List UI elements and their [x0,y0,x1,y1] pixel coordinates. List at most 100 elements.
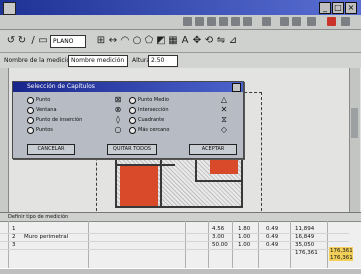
option-ventana[interactable]: Ventana [27,106,107,114]
scrollbar-thumb[interactable] [351,108,358,138]
vertical-scrollbar[interactable] [349,68,360,212]
option-punto-insercion[interactable]: Punto de inserción [27,116,107,124]
option-label: Punto [36,97,51,103]
fill-icon[interactable]: ◩ [156,36,166,46]
option-label: Más cercano [138,127,170,133]
option-interseccion[interactable]: Intersección [129,106,209,114]
measurement-bar: Nombre de la medición Nombre medición Al… [0,53,361,69]
row-value: 16,849 [295,234,315,240]
mirror-icon[interactable]: ⇋ [216,36,226,46]
radio-icon[interactable] [27,97,34,104]
redo-icon[interactable]: ↻ [17,36,27,46]
option-label: Punto Medio [138,97,169,103]
save-icon[interactable] [195,17,204,26]
height-field[interactable]: 2.50 [148,55,178,67]
line-icon[interactable]: / [28,36,38,46]
ruler-icon[interactable] [262,17,271,26]
radio-icon[interactable] [129,117,136,124]
radio-icon[interactable] [129,97,136,104]
title-bar: _ □ × [0,0,361,15]
table-title: Definir tipo de medición [8,214,69,220]
row-value: 1.80 [238,226,251,232]
row-value: 1.00 [238,242,251,248]
row-value: 4.56 [212,226,225,232]
delete-icon[interactable] [327,17,336,26]
print-icon[interactable] [183,17,192,26]
row-name: Muro perimetral [24,234,69,240]
table-row[interactable]: 1 4.56 1.80 0.49 11,894 [0,226,349,234]
paste-icon[interactable] [219,17,228,26]
triangle-symbol-icon: △ [220,95,228,104]
dialog-close-button[interactable] [232,83,241,92]
measurement-table: Definir tipo de medición 1 4.56 1.80 0.4… [0,212,361,269]
nearest-symbol-icon: ○ [114,125,122,134]
hatch-icon[interactable]: ▦ [168,36,178,46]
grid-icon[interactable] [231,17,240,26]
option-puntos[interactable]: Puntos [27,126,107,134]
circle-icon[interactable]: ○ [132,36,142,46]
radio-icon[interactable] [129,107,136,114]
menu-bar [0,15,361,30]
row-value: 0.49 [266,226,279,232]
layer-icon[interactable] [307,17,316,26]
wall [195,180,243,182]
polygon-icon[interactable]: ⬠ [144,36,154,46]
wall [115,206,243,208]
midpoint-symbol-icon: ⊠ [114,95,122,104]
table-row[interactable]: 3 50.00 1.00 0.49 35,050 [0,242,349,250]
option-cuadrante[interactable]: Cuadrante [129,116,209,124]
rectangle-icon[interactable]: ▭ [38,36,48,46]
radio-icon[interactable] [27,107,34,114]
move-icon[interactable]: ✥ [192,36,202,46]
subtotal-value: 176,361 [295,250,318,256]
maximize-button[interactable]: □ [332,2,344,14]
option-label: Cuadrante [138,117,165,123]
arc-icon[interactable]: ◠ [120,36,130,46]
status-bar [0,268,361,274]
snap-icon[interactable]: ⊞ [96,36,106,46]
cancel-button[interactable]: CANCELAR [27,144,75,155]
option-label: Puntos [36,127,53,133]
undo-icon[interactable]: ↺ [6,36,16,46]
row-value: 0.49 [266,242,279,248]
dialog-title-bar: Selección de Capítulos [13,82,243,92]
window-icon[interactable] [280,17,289,26]
row-value: 50.00 [212,242,228,248]
radio-icon[interactable] [27,117,34,124]
row-id: 3 [12,242,16,248]
option-punto[interactable]: Punto [27,96,107,104]
chapter-selection-dialog: Selección de Capítulos Punto Ventana Pun… [12,81,244,159]
row-value: 0.49 [266,234,279,240]
view-select[interactable]: PLANO [50,35,86,48]
row-value: 11,894 [295,226,315,232]
dimension-icon[interactable]: ↔ [108,36,118,46]
measure-icon[interactable]: ⊿ [228,36,238,46]
total-value: 176,361 [330,248,353,254]
copy-icon[interactable] [207,17,216,26]
cross-symbol-icon: ✕ [220,105,228,114]
minimize-button[interactable]: _ [319,2,331,14]
option-mas-cercano[interactable]: Más cercano [129,126,209,134]
app-icon[interactable] [3,2,16,15]
dialog-title: Selección de Capítulos [27,83,95,90]
help-icon[interactable] [341,17,350,26]
option-label: Ventana [36,107,57,113]
table-row[interactable]: 2 Muro perimetral 3.00 1.00 0.49 16,849 [0,234,349,242]
radio-icon[interactable] [129,127,136,134]
zoom-icon[interactable] [243,17,252,26]
measurement-name-label: Nombre de la medición [4,57,74,64]
measurement-name-field[interactable]: Nombre medición [68,55,128,67]
close-button[interactable]: × [345,2,357,14]
quadrant-symbol-icon: ◊ [116,115,120,124]
selected-room[interactable] [120,166,158,206]
tile-icon[interactable] [292,17,301,26]
deselect-all-button[interactable]: QUITAR TODOS [107,144,157,155]
text-icon[interactable]: A [180,36,190,46]
radio-icon[interactable] [27,127,34,134]
hourglass-symbol-icon: ⧖ [221,115,227,124]
row-value: 35,050 [295,242,315,248]
accept-button[interactable]: ACEPTAR [189,144,237,155]
option-punto-medio[interactable]: Punto Medio [129,96,209,104]
total-value-2: 176,361 [330,255,353,261]
rotate-icon[interactable]: ⟲ [204,36,214,46]
